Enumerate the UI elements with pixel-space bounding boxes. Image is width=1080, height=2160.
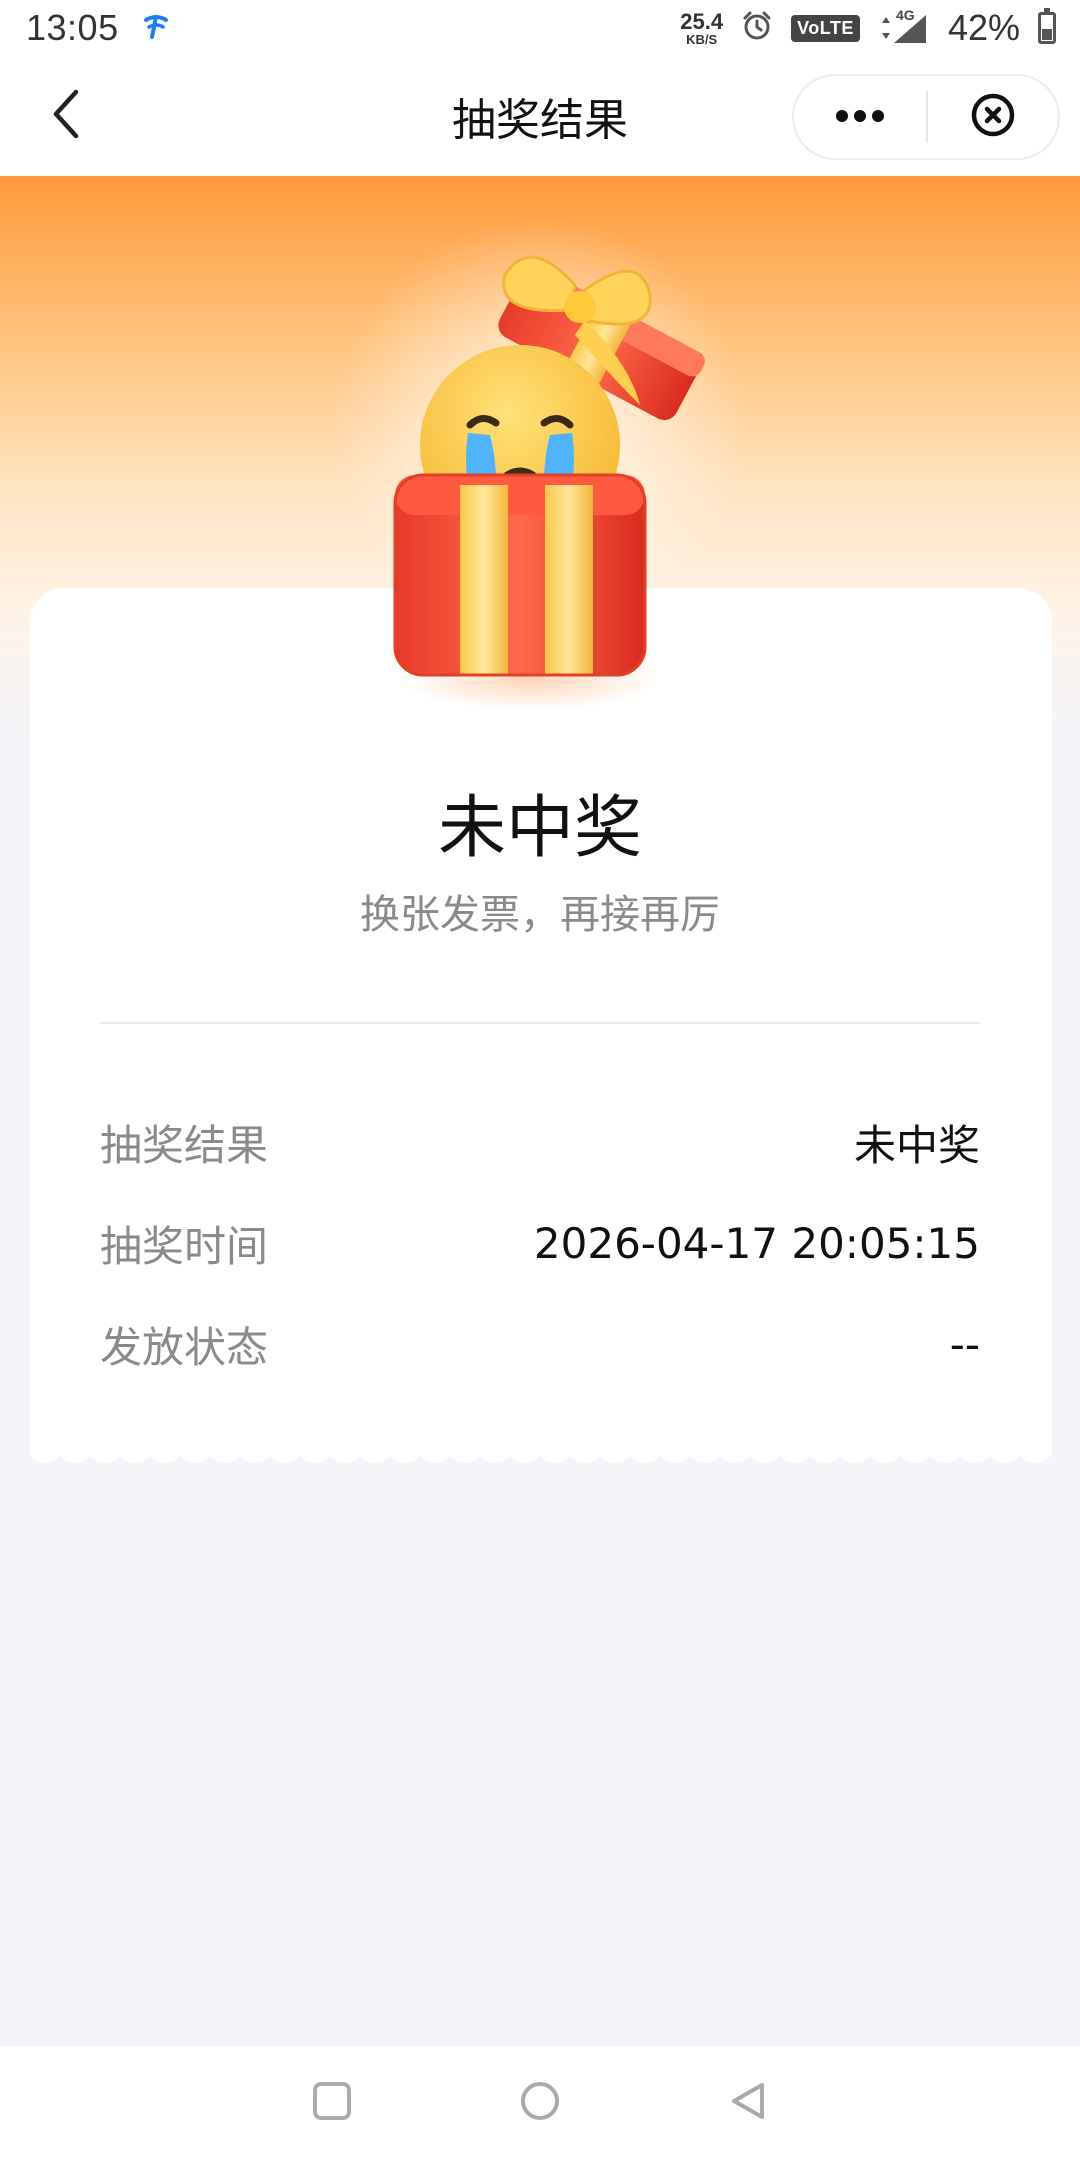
mini-program-capsule: [792, 74, 1060, 160]
home-button[interactable]: [516, 2079, 564, 2127]
detail-row-status: 发放状态 --: [100, 1314, 980, 1374]
nav-bar: 抽奖结果: [0, 56, 1080, 176]
network-speed: 25.4 KB/S: [680, 8, 724, 47]
close-circle-icon: [970, 92, 1016, 142]
detail-label: 发放状态: [100, 1322, 269, 1372]
close-button[interactable]: [928, 76, 1058, 158]
detail-value: 未中奖: [853, 1120, 980, 1170]
battery-percent: 42%: [947, 7, 1020, 48]
signal-icon: 4G: [878, 7, 930, 45]
carrier-icon: [141, 11, 171, 46]
result-title: 未中奖: [437, 789, 642, 868]
card-scalloped-edge: [30, 1436, 1052, 1476]
detail-label: 抽奖时间: [100, 1221, 269, 1271]
detail-value: --: [949, 1319, 980, 1369]
result-subtitle: 换张发票，再接再厉: [360, 892, 720, 938]
more-dots-icon: [835, 108, 885, 127]
crying-gift-box-icon: [393, 255, 705, 710]
battery-icon: [1038, 8, 1056, 44]
detail-row-time: 抽奖时间 2026-04-17 20:05:15: [100, 1213, 980, 1273]
detail-label: 抽奖结果: [100, 1120, 269, 1170]
chevron-left-icon: [48, 86, 88, 146]
back-system-button[interactable]: [724, 2079, 772, 2127]
status-time: 13:05: [26, 7, 119, 48]
triangle-back-icon: [728, 2081, 768, 2125]
alarm-icon: [741, 10, 773, 47]
status-bar: 13:05 25.4 KB/S VoLTE 4G 42%: [0, 0, 1080, 56]
circle-icon: [520, 2081, 560, 2125]
volte-badge: VoLTE: [791, 14, 860, 42]
more-button[interactable]: [794, 76, 926, 158]
detail-value: 2026-04-17 20:05:15: [533, 1218, 980, 1268]
recent-apps-button[interactable]: [308, 2079, 356, 2127]
back-button[interactable]: [38, 86, 98, 146]
network-type-label: 4G: [895, 7, 915, 23]
square-icon: [312, 2081, 352, 2125]
detail-row-result: 抽奖结果 未中奖: [100, 1112, 980, 1172]
divider: [100, 1022, 980, 1024]
system-nav-bar: [0, 2046, 1080, 2160]
